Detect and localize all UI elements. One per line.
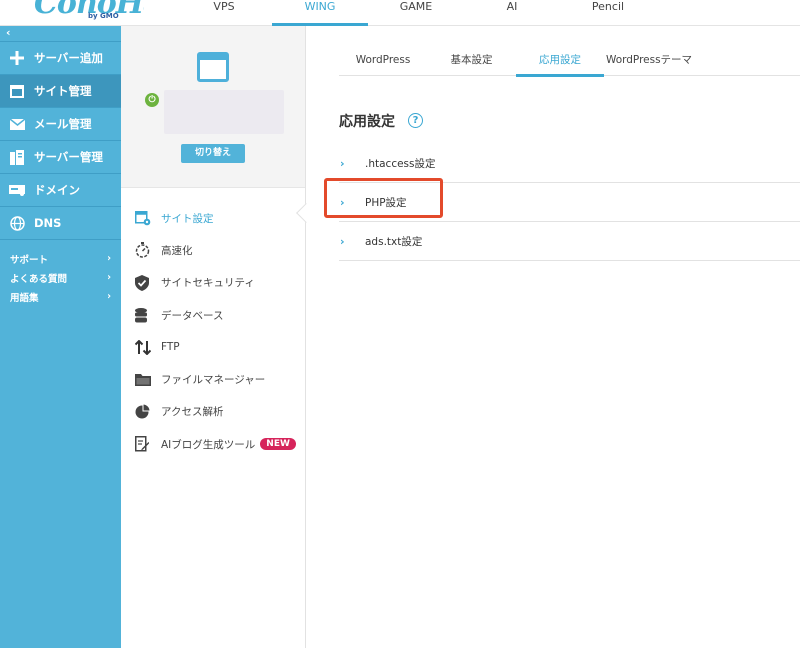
sidebar-item-label: サーバー管理 (34, 150, 103, 164)
topnav-pencil[interactable]: Pencil (560, 0, 656, 26)
chevron-right-icon: › (107, 253, 111, 264)
site-menu-item-site-settings[interactable]: サイト設定 (121, 202, 305, 234)
setting-label: PHP設定 (365, 196, 407, 209)
sidebar-item-domain[interactable]: ドメイン (0, 174, 121, 207)
site-menu-item-database[interactable]: データベース (121, 299, 305, 331)
settings-tabs: WordPress 基本設定 応用設定 WordPressテーマ (339, 48, 800, 77)
edit-document-icon (135, 436, 157, 452)
sidebar-item-label: サイト管理 (34, 84, 92, 98)
tab-wordpress-theme[interactable]: WordPressテーマ (604, 48, 694, 76)
stopwatch-icon (135, 242, 157, 259)
sidebar-collapse-button[interactable]: ‹ (0, 26, 121, 42)
window-icon (0, 84, 34, 98)
sidebar-item-label: メール管理 (34, 117, 92, 131)
site-menu-label: アクセス解析 (161, 406, 224, 419)
setting-row-ads-txt[interactable]: › ads.txt設定 (339, 222, 800, 261)
main-sidebar: ‹ サーバー追加 サイト管理 メール管理 サーバー管理 ドメイン DNS サポー… (0, 26, 121, 648)
sidebar-item-dns[interactable]: DNS (0, 207, 121, 240)
site-menu-item-access-analytics[interactable]: アクセス解析 (121, 396, 305, 428)
tab-basic-settings[interactable]: 基本設定 (427, 48, 516, 76)
site-menu-item-site-security[interactable]: サイトセキュリティ (121, 267, 305, 299)
site-menu-label: データベース (161, 309, 224, 322)
domain-icon (0, 184, 34, 196)
topnav-ai[interactable]: AI (464, 0, 560, 26)
logo-subtext: by GMO (88, 12, 119, 20)
chevron-right-icon: › (340, 195, 345, 209)
sidebar-item-label: サーバー追加 (34, 51, 103, 65)
sidebar-item-server-management[interactable]: サーバー管理 (0, 141, 121, 174)
site-menu: サイト設定 高速化 サイトセキュリティ データベース FTP ファイルマネージャ… (121, 188, 305, 460)
site-thumbnail[interactable] (164, 90, 284, 134)
top-header: ConoHa by GMO VPS WING GAME AI Pencil (0, 0, 800, 26)
site-panel: ⏻ 切り替え サイト設定 高速化 サイトセキュリティ データベース FTP ファ… (121, 26, 306, 648)
mail-icon (0, 118, 34, 130)
site-menu-label: サイト設定 (161, 212, 214, 225)
sidebar-item-mail-management[interactable]: メール管理 (0, 108, 121, 141)
advanced-settings-list: › .htaccess設定 › PHP設定 › ads.txt設定 (339, 144, 800, 261)
globe-icon (0, 215, 34, 231)
site-window-icon (197, 52, 229, 82)
switch-site-button[interactable]: 切り替え (181, 144, 245, 163)
sidebar-link-glossary[interactable]: 用語集 › (0, 287, 121, 306)
plus-icon (0, 51, 34, 65)
folder-icon (135, 372, 157, 388)
server-icon (0, 149, 34, 165)
topnav-vps[interactable]: VPS (176, 0, 272, 26)
site-menu-item-ai-blog-tool[interactable]: AIブログ生成ツール NEW (121, 428, 305, 460)
sidebar-link-label: よくある質問 (10, 273, 68, 285)
site-menu-label: サイトセキュリティ (161, 277, 255, 290)
sidebar-item-label: ドメイン (34, 183, 80, 197)
site-settings-icon (135, 210, 157, 226)
tab-advanced-settings[interactable]: 応用設定 (516, 48, 604, 77)
sidebar-link-faq[interactable]: よくある質問 › (0, 268, 121, 287)
new-badge: NEW (260, 438, 296, 451)
topnav-wing[interactable]: WING (272, 0, 368, 26)
power-icon: ⏻ (145, 93, 159, 107)
database-icon (135, 307, 157, 323)
site-menu-label: AIブログ生成ツール (161, 438, 256, 451)
sidebar-link-support[interactable]: サポート › (0, 249, 121, 268)
chevron-right-icon: › (340, 156, 345, 170)
shield-check-icon (135, 274, 157, 291)
setting-label: .htaccess設定 (365, 157, 436, 170)
sidebar-link-label: 用語集 (10, 292, 39, 304)
sidebar-item-label: DNS (34, 216, 62, 230)
topnav-game[interactable]: GAME (368, 0, 464, 26)
site-menu-label: ファイルマネージャー (161, 374, 266, 387)
site-menu-label: FTP (161, 341, 180, 354)
chevron-right-icon: › (107, 291, 111, 302)
tab-wordpress[interactable]: WordPress (339, 48, 427, 76)
help-icon[interactable]: ? (408, 113, 423, 128)
site-selector: ⏻ 切り替え (121, 26, 305, 188)
top-nav: VPS WING GAME AI Pencil (176, 0, 656, 26)
site-menu-item-speedup[interactable]: 高速化 (121, 234, 305, 266)
sidebar-item-add-server[interactable]: サーバー追加 (0, 42, 121, 75)
site-menu-item-ftp[interactable]: FTP (121, 331, 305, 363)
transfer-arrows-icon (135, 339, 157, 355)
setting-label: ads.txt設定 (365, 235, 423, 248)
site-menu-label: 高速化 (161, 244, 193, 257)
page-title: 応用設定 (339, 114, 395, 130)
site-menu-item-file-manager[interactable]: ファイルマネージャー (121, 363, 305, 395)
sidebar-item-site-management[interactable]: サイト管理 (0, 75, 121, 108)
setting-row-php[interactable]: › PHP設定 (339, 183, 800, 222)
chevron-right-icon: › (340, 234, 345, 248)
setting-row-htaccess[interactable]: › .htaccess設定 (339, 144, 800, 183)
sidebar-link-label: サポート (10, 254, 49, 266)
conoha-logo[interactable]: ConoHa by GMO (34, 0, 144, 24)
pie-chart-icon (135, 404, 157, 420)
chevron-right-icon: › (107, 272, 111, 283)
